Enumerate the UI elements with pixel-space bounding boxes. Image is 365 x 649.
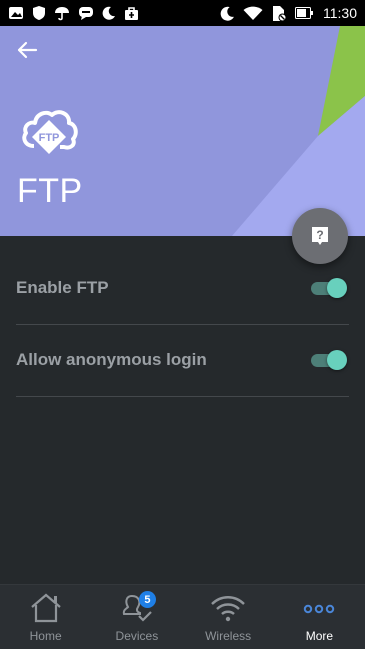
back-button[interactable] <box>14 38 42 62</box>
home-icon <box>30 593 61 623</box>
bag-icon <box>125 6 138 20</box>
anonymous-login-toggle[interactable] <box>311 349 347 371</box>
image-icon <box>9 7 23 19</box>
status-time: 11:30 <box>323 5 357 21</box>
page-header: FTP FTP <box>0 26 365 236</box>
wifi-icon <box>211 596 245 622</box>
page-title: FTP <box>17 172 83 210</box>
toggle-thumb <box>327 350 347 370</box>
devices-badge: 5 <box>138 591 156 608</box>
battery-icon <box>295 7 313 19</box>
nav-label: More <box>305 629 334 643</box>
status-right-icons: 11:30 <box>212 5 365 22</box>
ftp-cloud-icon: FTP <box>22 110 78 154</box>
moon-icon <box>102 6 115 20</box>
help-icon: ? <box>312 227 328 245</box>
svg-text:?: ? <box>316 228 323 242</box>
shield-icon <box>33 6 45 20</box>
more-icon <box>304 604 335 614</box>
setting-label: Allow anonymous login <box>16 350 207 369</box>
nav-label: Devices <box>115 629 159 643</box>
setting-row-enable-ftp: Enable FTP <box>16 252 349 325</box>
wifi-icon <box>243 6 263 20</box>
nav-item-more[interactable]: More <box>274 585 365 649</box>
setting-label: Enable FTP <box>16 278 109 297</box>
sim-blocked-icon <box>273 5 287 21</box>
toggle-thumb <box>327 278 347 298</box>
bottom-nav: Home 5 Devices Wireless More <box>0 584 365 649</box>
nav-label: Wireless <box>205 629 252 643</box>
ftp-logo-text: FTP <box>39 132 60 144</box>
umbrella-icon <box>55 7 69 21</box>
setting-row-anonymous-login: Allow anonymous login <box>16 324 349 397</box>
settings-list: Enable FTP Allow anonymous login <box>0 236 365 584</box>
nav-label: Home <box>29 629 62 643</box>
status-left-icons <box>0 5 147 21</box>
status-bar: 11:30 <box>0 0 365 26</box>
enable-ftp-toggle[interactable] <box>311 277 347 299</box>
moon-icon <box>220 6 234 21</box>
nav-item-wireless[interactable]: Wireless <box>183 585 274 649</box>
help-button[interactable]: ? <box>292 208 348 264</box>
nav-item-home[interactable]: Home <box>0 585 91 649</box>
nav-item-devices[interactable]: 5 Devices <box>91 585 182 649</box>
chat-icon <box>79 6 93 20</box>
